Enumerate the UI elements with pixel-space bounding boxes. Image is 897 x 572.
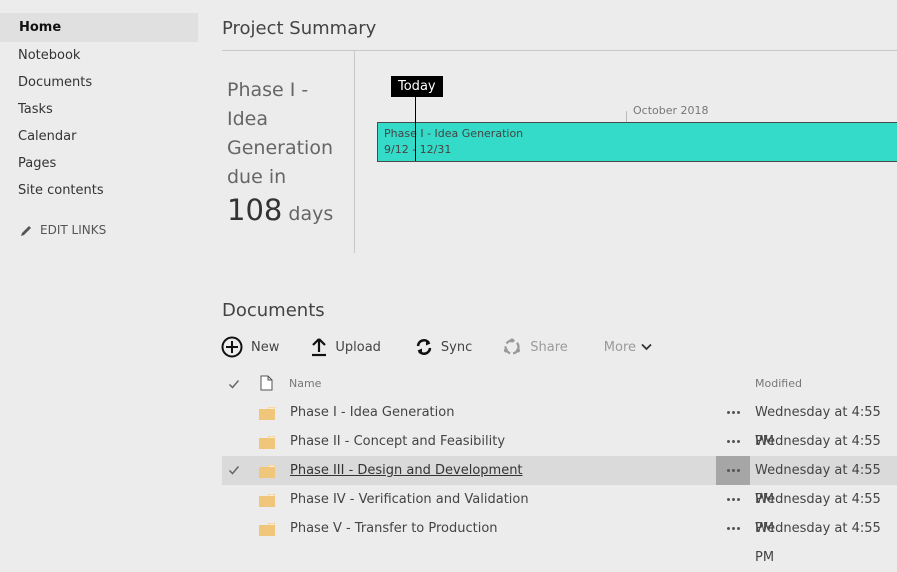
documents-toolbar: New Upload Sync Share More (221, 334, 652, 360)
row-more-actions-button[interactable] (716, 485, 750, 514)
row-selected-check-icon[interactable] (228, 464, 240, 476)
document-name[interactable]: Phase V - Transfer to Production (290, 514, 498, 543)
document-name[interactable]: Phase I - Idea Generation (290, 398, 454, 427)
today-marker-label: Today (391, 76, 443, 97)
documents-title: Documents (222, 300, 325, 321)
today-marker-line (415, 97, 416, 161)
nav-item-home[interactable]: Home (0, 13, 198, 42)
share-button[interactable]: Share (502, 334, 568, 360)
row-more-actions-button[interactable] (716, 398, 750, 427)
nav-item-pages[interactable]: Pages (0, 150, 198, 177)
sync-icon (416, 339, 432, 355)
document-modified: Wednesday at 4:55 PM (755, 521, 881, 565)
phase-bar-name: Phase I - Idea Generation (384, 127, 524, 140)
share-icon (504, 338, 521, 355)
month-label: October 2018 (633, 104, 709, 117)
ellipsis-icon (726, 498, 730, 501)
folder-icon (259, 523, 275, 536)
documents-column-header: Name Modified (222, 372, 897, 396)
sync-button[interactable]: Sync (415, 334, 472, 360)
ellipsis-icon (726, 411, 730, 414)
edit-links-label: EDIT LINKS (40, 223, 107, 237)
nav-item-tasks[interactable]: Tasks (0, 96, 198, 123)
nav-item-documents[interactable]: Documents (0, 69, 198, 96)
days-remaining-number: 108 (227, 193, 283, 227)
select-all-check-icon[interactable] (228, 378, 240, 390)
document-row[interactable]: Phase IV - Verification and Validation W… (222, 485, 897, 536)
column-header-name[interactable]: Name (289, 372, 321, 396)
sync-label: Sync (440, 339, 473, 355)
pencil-icon (21, 225, 31, 236)
share-label: Share (530, 339, 568, 355)
project-summary-vertical-divider (354, 50, 355, 253)
document-name[interactable]: Phase IV - Verification and Validation (290, 485, 529, 514)
nav-item-calendar[interactable]: Calendar (0, 123, 198, 150)
project-summary-title: Project Summary (222, 18, 377, 39)
new-label: New (251, 339, 280, 355)
left-navigation: Home Notebook Documents Tasks Calendar P… (0, 13, 198, 242)
row-more-actions-button[interactable] (716, 514, 750, 543)
documents-list: Phase I - Idea Generation Wednesday at 4… (222, 398, 897, 565)
due-text: Phase I - Idea Generation due in (227, 79, 333, 188)
folder-icon (259, 465, 275, 478)
nav-item-notebook[interactable]: Notebook (0, 42, 198, 69)
project-summary-divider (222, 50, 897, 51)
edit-links-button[interactable]: EDIT LINKS (0, 218, 198, 242)
phase-bar-dates: 9/12 - 12/31 (384, 143, 452, 156)
upload-label: Upload (335, 339, 381, 355)
document-name[interactable]: Phase II - Concept and Feasibility (290, 427, 505, 456)
month-tick (626, 111, 627, 122)
folder-icon (259, 407, 275, 420)
document-row-selected[interactable]: Phase III - Design and Development Wedne… (222, 456, 897, 507)
nav-item-site-contents[interactable]: Site contents (0, 177, 198, 204)
row-more-actions-button[interactable] (716, 427, 750, 456)
days-remaining-unit: days (288, 203, 334, 225)
ellipsis-icon (726, 440, 730, 443)
ellipsis-icon (726, 469, 730, 472)
due-summary: Phase I - Idea Generation due in 108 day… (227, 76, 352, 229)
column-header-modified[interactable]: Modified (755, 372, 802, 396)
row-more-actions-button[interactable] (716, 456, 750, 485)
document-name[interactable]: Phase III - Design and Development (290, 456, 523, 485)
new-button[interactable]: New (221, 334, 279, 360)
chevron-down-icon (641, 343, 652, 351)
upload-button[interactable]: Upload (311, 334, 381, 360)
upload-arrow-icon (312, 338, 327, 357)
folder-icon (259, 494, 275, 507)
document-row[interactable]: Phase I - Idea Generation Wednesday at 4… (222, 398, 897, 449)
more-label: More (603, 339, 637, 355)
folder-icon (259, 436, 275, 449)
document-row[interactable]: Phase V - Transfer to Production Wednesd… (222, 514, 897, 565)
document-row[interactable]: Phase II - Concept and Feasibility Wedne… (222, 427, 897, 478)
plus-circle-icon (221, 336, 243, 358)
more-button[interactable]: More (604, 334, 652, 360)
document-type-icon (260, 375, 273, 391)
timeline-phase-bar[interactable]: Phase I - Idea Generation 9/12 - 12/31 (377, 122, 897, 162)
ellipsis-icon (726, 527, 730, 530)
